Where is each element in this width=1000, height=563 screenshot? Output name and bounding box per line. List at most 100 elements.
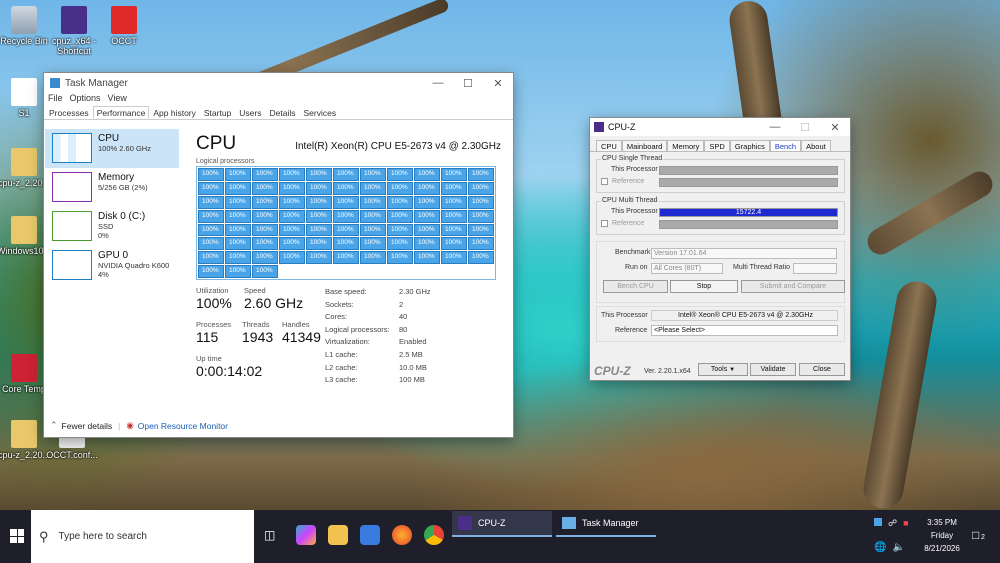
version-label: Ver. 2.20.1.x64 — [644, 368, 691, 375]
clock[interactable]: 3:35 PM Friday 8/21/2026 — [918, 516, 966, 555]
window-title: Task Manager — [65, 77, 128, 89]
benchmark-version-select[interactable]: Version 17.01.64 — [651, 248, 837, 259]
security-icon[interactable]: ■ — [903, 518, 908, 529]
logical-processor-cell: 100% — [225, 251, 251, 265]
logical-processor-cell: 100% — [198, 237, 224, 251]
logical-processor-cell: 100% — [414, 237, 440, 251]
reference-checkbox[interactable] — [601, 220, 608, 227]
desktop-icon-occt[interactable]: OCCT — [94, 6, 154, 46]
resource-detail: NVIDIA Quadro K600 — [98, 261, 170, 270]
logical-processor-cell: 100% — [333, 223, 359, 237]
logical-processor-grid: 100% 100% 100% 100% 100% 100% 100% 100% 100% 100%… — [196, 166, 496, 280]
notification-center[interactable]: □ 2 — [972, 528, 985, 542]
close-button[interactable]: ✕ — [483, 77, 513, 90]
tab-services[interactable]: Services — [299, 106, 340, 119]
logical-processor-cell: 100% — [252, 168, 278, 181]
spec-row: Virtualization: Enabled — [325, 336, 431, 349]
tools-button[interactable]: Tools ▼ — [698, 363, 748, 376]
reference-select[interactable]: <Please Select> — [651, 325, 838, 336]
tab-users[interactable]: Users — [235, 106, 265, 119]
submit-compare-button[interactable]: Submit and Compare — [741, 280, 845, 293]
logical-processor-cell: 100% — [279, 195, 305, 209]
logical-processor-cell: 100% — [333, 251, 359, 265]
validate-button[interactable]: Validate — [750, 363, 796, 376]
resource-disk[interactable]: Disk 0 (C:) SSD 0% — [45, 207, 179, 246]
logical-processor-cell: 100% — [333, 237, 359, 251]
globe-icon[interactable]: 🌐 — [874, 542, 886, 553]
utilization-value: 100% — [196, 295, 232, 311]
tab-startup[interactable]: Startup — [200, 106, 235, 119]
menu-options[interactable]: Options — [70, 93, 101, 106]
tab-cpu[interactable]: CPU — [596, 140, 622, 151]
tab-bench[interactable]: Bench — [769, 140, 802, 151]
resource-cpu[interactable]: CPU 100% 2.60 GHz — [45, 129, 179, 168]
resource-memory[interactable]: Memory 5/256 GB (2%) — [45, 168, 179, 207]
logical-processor-cell: 100% — [414, 168, 440, 181]
tab-details[interactable]: Details — [266, 106, 300, 119]
spec-value: 100 MB — [399, 375, 425, 385]
logical-processor-cell: 100% — [252, 181, 278, 195]
multi-thread-group: CPU Multi Thread This Processor 15722.4 … — [596, 197, 845, 235]
resource-usage: 4% — [98, 270, 109, 279]
file-explorer-icon[interactable] — [328, 525, 348, 545]
tray-app-icon[interactable] — [874, 518, 882, 526]
tree-trunk-right — [860, 278, 940, 510]
recycle-bin-icon — [11, 6, 37, 34]
bench-cpu-button[interactable]: Bench CPU — [603, 280, 668, 293]
logical-processor-cell: 100% — [468, 181, 494, 195]
menu-view[interactable]: View — [108, 93, 127, 106]
search-box[interactable]: ⚲ Type here to search — [31, 510, 254, 563]
start-button[interactable] — [10, 529, 24, 543]
close-cpuz-button[interactable]: Close — [799, 363, 845, 376]
store-icon[interactable] — [360, 525, 380, 545]
chrome-icon[interactable] — [424, 525, 444, 545]
logical-processor-cell: 100% — [387, 223, 413, 237]
tab-graphics[interactable]: Graphics — [729, 140, 770, 151]
logical-processor-cell: 100% — [360, 195, 386, 209]
tab-performance[interactable]: Performance — [92, 106, 150, 119]
menu-file[interactable]: File — [48, 93, 63, 106]
logical-processor-cell: 100% — [252, 195, 278, 209]
taskbar-app-task-manager[interactable]: Task Manager — [556, 511, 656, 537]
close-button[interactable]: ✕ — [820, 121, 850, 134]
threads-label: Threads — [242, 320, 270, 329]
logical-processor-cell: 100% — [252, 265, 278, 278]
resource-name: GPU 0 — [98, 250, 129, 261]
network-icon[interactable]: ☍ — [888, 518, 897, 529]
minimize-button[interactable]: — — [760, 121, 790, 133]
tab-processes[interactable]: Processes — [45, 106, 93, 119]
logical-processor-cell: 100% — [333, 195, 359, 209]
window-title: CPU-Z — [608, 122, 636, 132]
volume-icon[interactable]: 🔈 — [892, 542, 904, 553]
search-placeholder: Type here to search — [58, 531, 147, 542]
logical-processor-cell: 100% — [387, 195, 413, 209]
cpu-panel: CPU Intel(R) Xeon(R) CPU E5-2673 v4 @ 2.… — [196, 133, 501, 396]
tab-app-history[interactable]: App history — [149, 106, 200, 119]
firefox-icon[interactable] — [392, 525, 412, 545]
benchmark-group: Benchmark Version 17.01.64 Run on All Co… — [596, 241, 845, 303]
maximize-button[interactable]: ☐ — [453, 77, 483, 90]
tab-mainboard[interactable]: Mainboard — [621, 140, 668, 151]
stop-button[interactable]: Stop — [670, 280, 738, 293]
desktop-icon-label: Core Temp — [2, 384, 46, 394]
logical-processor-cell: 100% — [414, 223, 440, 237]
copilot-icon[interactable] — [296, 525, 316, 545]
cpu-graph-thumbnail — [52, 133, 92, 163]
multi-thread-score-bar: 15722.4 — [659, 208, 838, 217]
tab-about[interactable]: About — [801, 140, 831, 151]
task-view-icon[interactable]: ◫ — [264, 528, 275, 542]
tab-spd[interactable]: SPD — [704, 140, 730, 151]
minimize-button[interactable]: — — [423, 77, 453, 89]
resource-usage: 0% — [98, 231, 109, 240]
tab-memory[interactable]: Memory — [667, 140, 705, 151]
memory-graph-thumbnail — [52, 172, 92, 202]
reference-checkbox[interactable] — [601, 178, 608, 185]
fewer-details-link[interactable]: Fewer details — [62, 421, 113, 431]
logical-processor-cell: 100% — [360, 168, 386, 181]
run-on-select[interactable]: All Cores (80T) — [651, 263, 723, 274]
tab-bar: CPU Mainboard Memory SPD Graphics Bench … — [590, 136, 850, 152]
open-resource-monitor-link[interactable]: Open Resource Monitor — [138, 421, 228, 431]
resource-gpu[interactable]: GPU 0 NVIDIA Quadro K600 4% — [45, 246, 179, 285]
taskbar-app-cpuz[interactable]: CPU-Z — [452, 511, 552, 537]
row-label: Reference — [612, 178, 645, 185]
